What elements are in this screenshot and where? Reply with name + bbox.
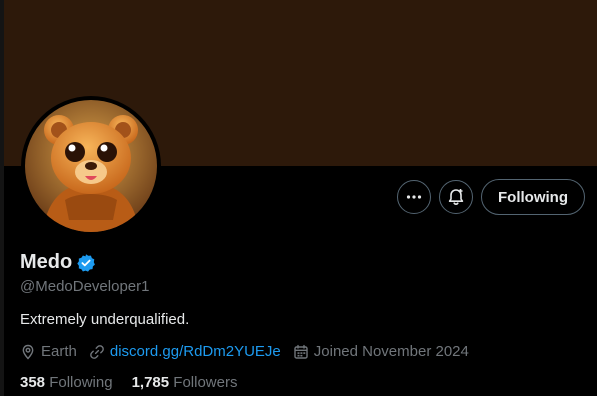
location-text: Earth (41, 343, 77, 360)
user-handle: @MedoDeveloper1 (20, 278, 150, 295)
display-name: Medo (20, 251, 73, 273)
meta-website: discord.gg/RdDm2YUEJe (89, 343, 281, 360)
bell-plus-icon (448, 189, 464, 206)
notifications-button[interactable] (439, 180, 473, 214)
bear-avatar-image (25, 100, 157, 232)
meta-location: Earth (20, 343, 77, 360)
calendar-icon (294, 344, 308, 359)
website-link[interactable]: discord.gg/RdDm2YUEJe (110, 343, 281, 360)
verified-badge-icon[interactable] (76, 253, 96, 273)
followers-label: Followers (173, 374, 238, 391)
meta-joined: Joined November 2024 (293, 343, 469, 360)
following-button[interactable]: Following (481, 179, 585, 215)
follow-stats: 358 Following 1,785 Followers (20, 374, 256, 391)
profile-actions: Following (397, 179, 585, 215)
location-pin-icon (22, 344, 34, 360)
profile-page: Following Medo @MedoDeveloper1 Extremely… (0, 0, 597, 396)
more-options-button[interactable] (397, 180, 431, 214)
more-horizontal-icon (406, 195, 422, 199)
joined-date: Joined November 2024 (313, 343, 469, 360)
profile-bio: Extremely underqualified. (20, 311, 190, 328)
profile-meta: Earth discord.gg/RdDm2YUEJe Joined Novem… (20, 343, 481, 360)
name-row: Medo (20, 251, 96, 274)
following-count: 358 (20, 374, 46, 391)
profile-avatar[interactable] (21, 96, 161, 236)
link-icon (89, 344, 104, 359)
following-label: Following (49, 374, 113, 391)
followers-stat[interactable]: 1,785 Followers (132, 374, 238, 391)
followers-count: 1,785 (131, 374, 170, 391)
following-stat[interactable]: 358 Following (20, 374, 113, 391)
